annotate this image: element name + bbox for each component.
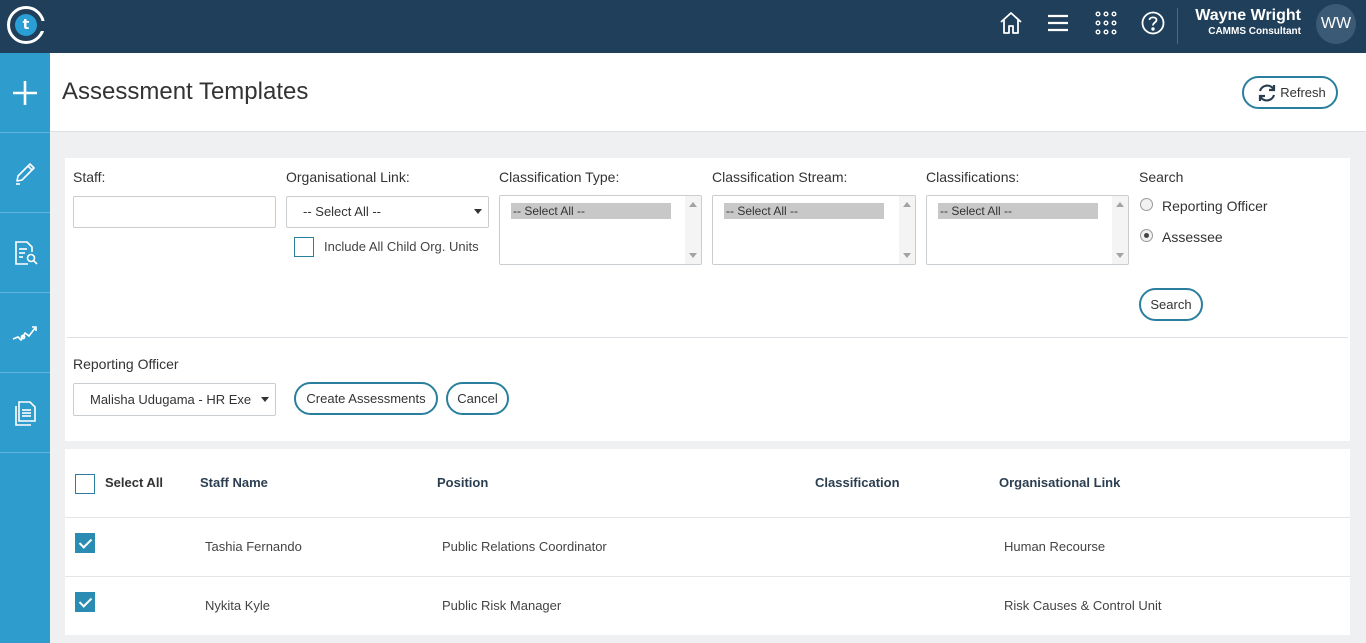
- assessee-radio-label: Assessee: [1162, 229, 1223, 245]
- classification-type-listbox[interactable]: -- Select All --: [499, 195, 702, 265]
- classification-stream-option[interactable]: -- Select All --: [724, 203, 884, 219]
- reporting-officer-select[interactable]: Malisha Udugama - HR Exe: [73, 383, 276, 416]
- assessee-radio[interactable]: [1140, 229, 1153, 242]
- scroll-down-icon[interactable]: [689, 253, 697, 258]
- scrollbar[interactable]: [685, 196, 701, 264]
- refresh-label: Refresh: [1280, 85, 1326, 100]
- row-divider: [65, 517, 1350, 518]
- documents-icon: [15, 400, 36, 426]
- refresh-button[interactable]: Refresh: [1242, 76, 1338, 109]
- edit-icon: [16, 162, 35, 185]
- select-all-label: Select All: [105, 475, 164, 490]
- document-search-icon: [15, 240, 38, 265]
- page-title: Assessment Templates: [62, 78, 309, 105]
- scroll-down-icon[interactable]: [1116, 253, 1124, 258]
- scroll-down-icon[interactable]: [903, 253, 911, 258]
- sidebar-item-analytics[interactable]: [0, 293, 50, 373]
- chevron-down-icon: [261, 396, 269, 402]
- chevron-down-icon: [474, 209, 482, 214]
- cancel-button[interactable]: Cancel: [446, 382, 509, 415]
- classification-stream-listbox[interactable]: -- Select All --: [712, 195, 916, 265]
- include-child-label: Include All Child Org. Units: [324, 239, 479, 254]
- reporting-officer-radio-label: Reporting Officer: [1162, 198, 1268, 214]
- analytics-icon: [12, 325, 37, 341]
- row-divider: [65, 576, 1350, 577]
- staff-table: Select All Staff Name Position Classific…: [65, 449, 1350, 635]
- org-link-cell: Risk Causes & Control Unit: [1004, 598, 1162, 613]
- home-icon[interactable]: [998, 10, 1024, 36]
- staff-input[interactable]: [73, 196, 276, 228]
- user-role: CAMMS Consultant: [1208, 26, 1301, 37]
- user-name[interactable]: Wayne Wright: [1195, 7, 1301, 25]
- classification-stream-label: Classification Stream:: [712, 169, 848, 185]
- staff-name-cell: Tashia Fernando: [205, 539, 302, 554]
- apps-grid-icon[interactable]: [1093, 10, 1119, 36]
- reporting-officer-value: Malisha Udugama - HR Exe: [90, 392, 252, 407]
- position-cell: Public Risk Manager: [442, 598, 562, 613]
- org-link-value: -- Select All --: [303, 204, 382, 219]
- help-icon[interactable]: [1140, 10, 1166, 36]
- page-header: Assessment Templates Refresh: [50, 53, 1366, 132]
- filter-panel: Staff: Organisational Link: -- Select Al…: [65, 158, 1350, 441]
- classifications-label: Classifications:: [926, 169, 1020, 185]
- sidebar: [0, 53, 50, 643]
- scrollbar[interactable]: [1112, 196, 1128, 264]
- menu-icon[interactable]: [1045, 10, 1071, 36]
- app-logo[interactable]: t: [7, 6, 47, 44]
- avatar[interactable]: WW: [1316, 4, 1356, 44]
- include-child-checkbox[interactable]: [294, 237, 314, 257]
- create-assessments-button[interactable]: Create Assessments: [294, 382, 438, 415]
- sidebar-item-documents[interactable]: [0, 373, 50, 453]
- org-link-label: Organisational Link:: [286, 169, 410, 185]
- row-checkbox[interactable]: [75, 592, 95, 612]
- sidebar-item-document-search[interactable]: [0, 213, 50, 293]
- search-label: Search: [1139, 169, 1184, 185]
- sidebar-item-edit[interactable]: [0, 133, 50, 213]
- top-bar: t Wayne Wright CAMMS Consultant WW: [0, 0, 1366, 53]
- scroll-up-icon[interactable]: [903, 202, 911, 207]
- add-icon: [13, 80, 37, 105]
- row-checkbox[interactable]: [75, 533, 95, 553]
- scrollbar[interactable]: [899, 196, 915, 264]
- search-button[interactable]: Search: [1139, 288, 1203, 321]
- logo-letter: t: [15, 14, 37, 36]
- column-header-org-link[interactable]: Organisational Link: [999, 475, 1120, 490]
- position-cell: Public Relations Coordinator: [442, 539, 607, 554]
- column-header-classification[interactable]: Classification: [815, 475, 900, 490]
- user-separator: [1177, 8, 1178, 44]
- refresh-icon: [1258, 84, 1276, 102]
- scroll-up-icon[interactable]: [689, 202, 697, 207]
- classifications-option[interactable]: -- Select All --: [938, 203, 1098, 219]
- sidebar-item-add[interactable]: [0, 53, 50, 133]
- scroll-up-icon[interactable]: [1116, 202, 1124, 207]
- classification-type-option[interactable]: -- Select All --: [511, 203, 671, 219]
- divider: [67, 337, 1348, 338]
- staff-name-cell: Nykita Kyle: [205, 598, 271, 613]
- classifications-listbox[interactable]: -- Select All --: [926, 195, 1129, 265]
- column-header-position[interactable]: Position: [437, 475, 488, 490]
- reporting-officer-label: Reporting Officer: [73, 356, 179, 372]
- org-link-cell: Human Recourse: [1004, 539, 1106, 554]
- select-all-checkbox[interactable]: [75, 474, 95, 494]
- reporting-officer-radio[interactable]: [1140, 198, 1153, 211]
- column-header-staff-name[interactable]: Staff Name: [200, 475, 268, 490]
- classification-type-label: Classification Type:: [499, 169, 620, 185]
- staff-label: Staff:: [73, 169, 106, 185]
- org-link-select[interactable]: -- Select All --: [286, 196, 489, 228]
